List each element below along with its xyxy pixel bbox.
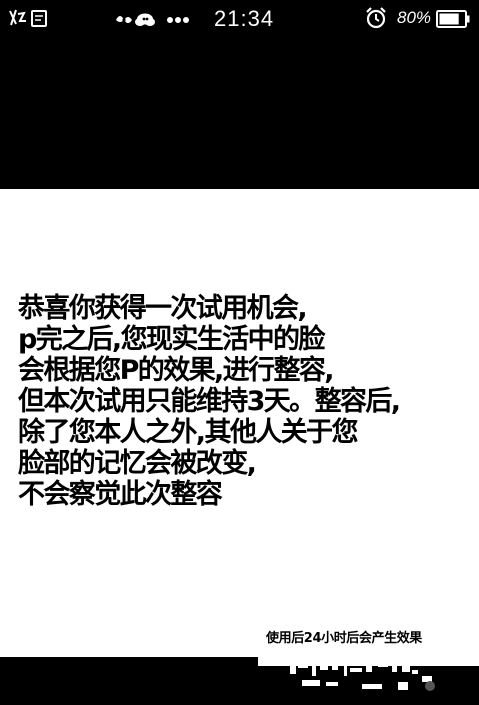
status-mid-icons [114,6,190,32]
battery-percent: 80% [397,8,432,27]
more-dots-icon [167,17,189,23]
message-line: 恭喜你获得一次试用机会, [18,293,308,324]
black-image-region [0,37,479,189]
message-line: p完之后,您现实生活中的脸 [18,324,325,355]
fan-icon [116,16,132,23]
status-bar: 21:34 80% [0,0,479,37]
notification-icon [8,6,50,32]
message-line: 但本次试用只能维持3天。整容后, [18,386,401,417]
phone-screen: 21:34 80% 恭喜你获得一次试用机会, p完之后,您现实生活中的脸 会根据… [0,0,479,705]
status-left-icons [8,6,50,32]
message-line: 脸部的记忆会被改变, [18,448,257,479]
message-line: 不会察觉此次整容 [18,479,223,510]
cloud-icon [135,13,155,26]
message-line: 会根据您P的效果,进行整容, [18,355,335,386]
status-time: 21:34 [214,6,275,31]
message-text: 恭喜你获得一次试用机会, p完之后,您现实生活中的脸 会根据您P的效果,进行整容… [18,293,473,510]
glitch-artifact [262,640,452,700]
message-line: 除了您本人之外,其他人关于您 [18,417,358,448]
battery-fill [439,13,459,25]
alarm-icon [364,6,388,30]
battery-icon [436,10,470,28]
